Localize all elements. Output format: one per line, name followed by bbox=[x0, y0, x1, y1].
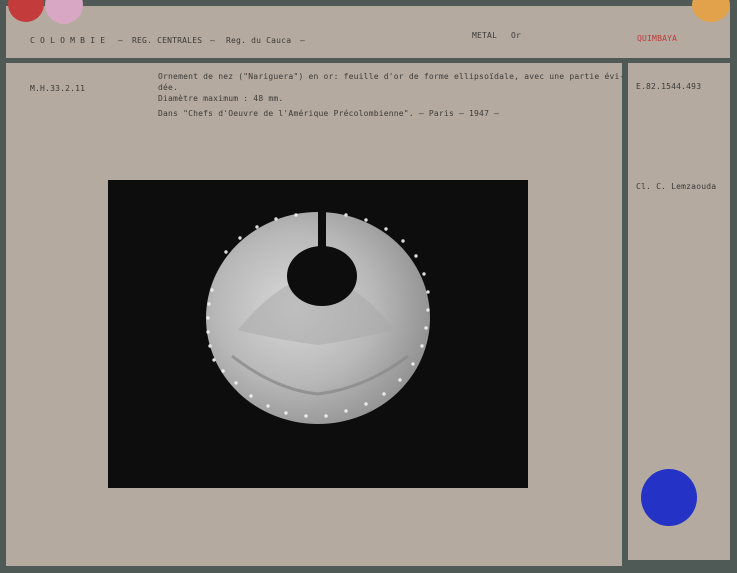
material-value: Or bbox=[511, 31, 522, 40]
culture-label: QUIMBAYA bbox=[637, 34, 678, 43]
locality-label: Reg. du Cauca bbox=[226, 36, 292, 45]
artifact-photograph bbox=[108, 180, 528, 488]
catalogue-card: C O L O M B I E – REG. CENTRALES – Reg. … bbox=[0, 0, 737, 573]
material-label: METAL bbox=[472, 31, 498, 40]
nose-ornament-image bbox=[206, 204, 430, 424]
separator: – bbox=[210, 36, 216, 45]
inventory-number-right: E.82.1544.493 bbox=[636, 82, 702, 91]
separator: – bbox=[118, 36, 124, 45]
inventory-number-left: M.H.33.2.11 bbox=[30, 84, 86, 93]
description-line-1: Ornement de nez ("Nariguera") en or: feu… bbox=[158, 72, 625, 81]
separator: – bbox=[300, 36, 306, 45]
publication-text: Dans "Chefs d'Oeuvre de l'Amérique Préco… bbox=[158, 109, 500, 118]
description-line-2: dée. bbox=[158, 83, 179, 92]
blue-color-dot bbox=[641, 469, 697, 526]
diameter-text: Diamètre maximum : 48 mm. bbox=[158, 94, 284, 103]
country-label: C O L O M B I E bbox=[30, 36, 106, 45]
region-label: REG. CENTRALES bbox=[132, 36, 203, 45]
photo-credit: Cl. C. Lemzaouda bbox=[636, 182, 717, 191]
header-strip: C O L O M B I E – REG. CENTRALES – Reg. … bbox=[6, 6, 730, 58]
